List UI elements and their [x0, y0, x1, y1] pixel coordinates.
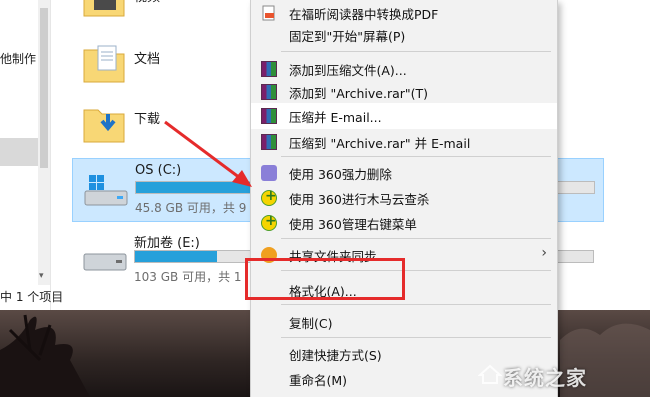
- menu-item-label: 压缩到 "Archive.rar" 并 E-mail: [289, 136, 471, 151]
- drive-icon: [83, 253, 127, 271]
- menu-item-label: 固定到"开始"屏幕(P): [289, 29, 406, 44]
- scrollbar-thumb[interactable]: [40, 8, 48, 168]
- drive-name: OS (C:): [135, 163, 182, 178]
- pdf-icon: [262, 5, 275, 21]
- menu-item-label: 使用 360强力删除: [289, 167, 392, 182]
- watermark-logo-icon: [478, 364, 502, 384]
- nav-item-selected[interactable]: [0, 138, 38, 166]
- menu-item-label: 使用 360管理右键菜单: [289, 217, 417, 232]
- winrar-icon: [261, 108, 277, 124]
- menu-item-label: 添加到 "Archive.rar"(T): [289, 86, 429, 101]
- menu-item-label: 压缩并 E-mail...: [289, 110, 382, 125]
- folder-label: 下载: [134, 112, 161, 127]
- menu-item-compress-email[interactable]: 压缩并 E-mail...: [251, 103, 557, 129]
- menu-separator: [281, 51, 551, 52]
- folder-label: 视频: [134, 0, 160, 5]
- format-highlight-box: [245, 258, 405, 300]
- status-bar-text: 中 1 个项目: [0, 290, 64, 304]
- downloads-folder-icon: [83, 109, 125, 143]
- drive-space-info: 45.8 GB 可用，共 9: [135, 201, 247, 215]
- menu-item-label: 在福昕阅读器中转换成PDF: [289, 7, 439, 22]
- menu-separator: [281, 156, 551, 157]
- winrar-icon: [261, 61, 277, 77]
- drive-name: 新加卷 (E:): [134, 236, 200, 251]
- menu-item-label: 复制(C): [289, 316, 333, 331]
- winrar-icon: [261, 134, 277, 150]
- menu-separator: [281, 238, 551, 239]
- menu-item-label: 创建快捷方式(S): [289, 348, 382, 363]
- menu-separator: [281, 304, 551, 305]
- menu-item-label: 使用 360进行木马云查杀: [289, 192, 430, 207]
- menu-item-label: 重命名(M): [289, 373, 348, 388]
- winrar-icon: [261, 84, 277, 100]
- menu-item-360-trojan-scan[interactable]: 使用 360进行木马云查杀: [251, 185, 557, 211]
- folder-label: 文档: [134, 52, 161, 67]
- chevron-right-icon: ›: [541, 245, 547, 261]
- menu-item-label: 添加到压缩文件(A)...: [289, 63, 407, 78]
- folder-documents[interactable]: 文档: [82, 40, 252, 86]
- shredder-icon: [261, 165, 277, 181]
- 360-icon: [261, 213, 277, 231]
- menu-item-compress-rar-email[interactable]: 压缩到 "Archive.rar" 并 E-mail: [251, 129, 557, 155]
- folder-videos[interactable]: 视频: [82, 0, 252, 24]
- menu-item-360-manage-menu[interactable]: 使用 360管理右键菜单: [251, 210, 557, 236]
- 360-icon: [261, 188, 277, 206]
- nav-item-label[interactable]: 他制作: [0, 50, 36, 67]
- nav-scrollbar[interactable]: ▾: [38, 0, 50, 285]
- video-folder-icon: [83, 0, 125, 17]
- scroll-down-arrow-icon[interactable]: ▾: [39, 271, 44, 281]
- watermark-text: 系统之家: [503, 366, 587, 390]
- documents-folder-icon: [83, 45, 125, 83]
- drive-usage-fill: [135, 251, 218, 262]
- menu-separator: [281, 337, 551, 338]
- context-menu: 在福昕阅读器中转换成PDF 固定到"开始"屏幕(P) 添加到压缩文件(A)...…: [250, 0, 558, 397]
- menu-item-360-force-delete[interactable]: 使用 360强力删除: [251, 160, 557, 186]
- menu-item-copy[interactable]: 复制(C): [251, 309, 557, 335]
- drive-space-info: 103 GB 可用，共 1: [134, 270, 242, 284]
- navigation-pane: 他制作 ▾: [0, 0, 51, 310]
- menu-item-add-to-archive-rar[interactable]: 添加到 "Archive.rar"(T): [251, 79, 557, 105]
- folder-downloads[interactable]: 下载: [82, 100, 252, 146]
- windows-drive-icon: [84, 175, 128, 206]
- menu-item-pin-to-start[interactable]: 固定到"开始"屏幕(P): [251, 22, 557, 48]
